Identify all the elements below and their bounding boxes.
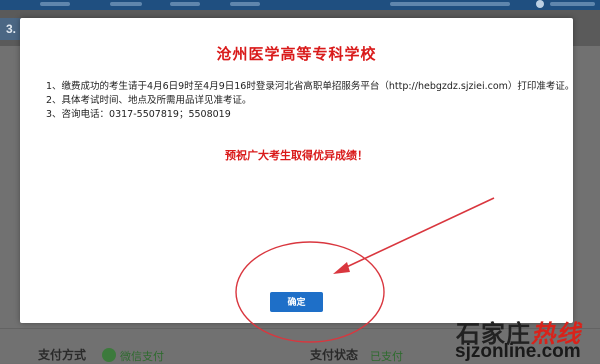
nav-item-placeholder: [550, 2, 595, 6]
top-nav-bar: [0, 0, 600, 10]
notice-list: 1、缴费成功的考生请于4月6日9时至4月9日16时登录河北省高职单招服务平台（h…: [46, 80, 575, 122]
nav-item-placeholder: [390, 2, 510, 6]
notice-item: 1、缴费成功的考生请于4月6日9时至4月9日16时登录河北省高职单招服务平台（h…: [46, 81, 575, 92]
notice-item: 3、咨询电话：0317-5507819；5508019: [46, 109, 231, 120]
watermark-domain: sjzonline.com: [455, 341, 581, 362]
good-luck-message: 预祝广大考生取得优异成绩！: [225, 149, 368, 162]
pay-method-label: 支付方式: [38, 348, 87, 362]
step-number: 3.: [6, 22, 17, 36]
notice-modal: 沧州医学高等专科学校 1、缴费成功的考生请于4月6日9时至4月9日16时登录河北…: [20, 18, 575, 323]
modal-title: 沧州医学高等专科学校: [216, 45, 377, 63]
nav-item-placeholder: [230, 2, 260, 6]
user-icon: [536, 0, 544, 8]
wechat-icon: [102, 348, 116, 362]
nav-item-placeholder: [40, 2, 70, 6]
pay-status-label: 支付状态: [310, 348, 359, 362]
notice-item: 2、具体考试时间、地点及所需用品详见准考证。: [46, 95, 252, 106]
nav-item-placeholder: [110, 2, 142, 6]
pay-method-value: 微信支付: [120, 350, 164, 363]
nav-item-placeholder: [170, 2, 200, 6]
confirm-button[interactable]: 确定: [270, 292, 323, 312]
pay-status-value: 已支付: [370, 350, 403, 363]
